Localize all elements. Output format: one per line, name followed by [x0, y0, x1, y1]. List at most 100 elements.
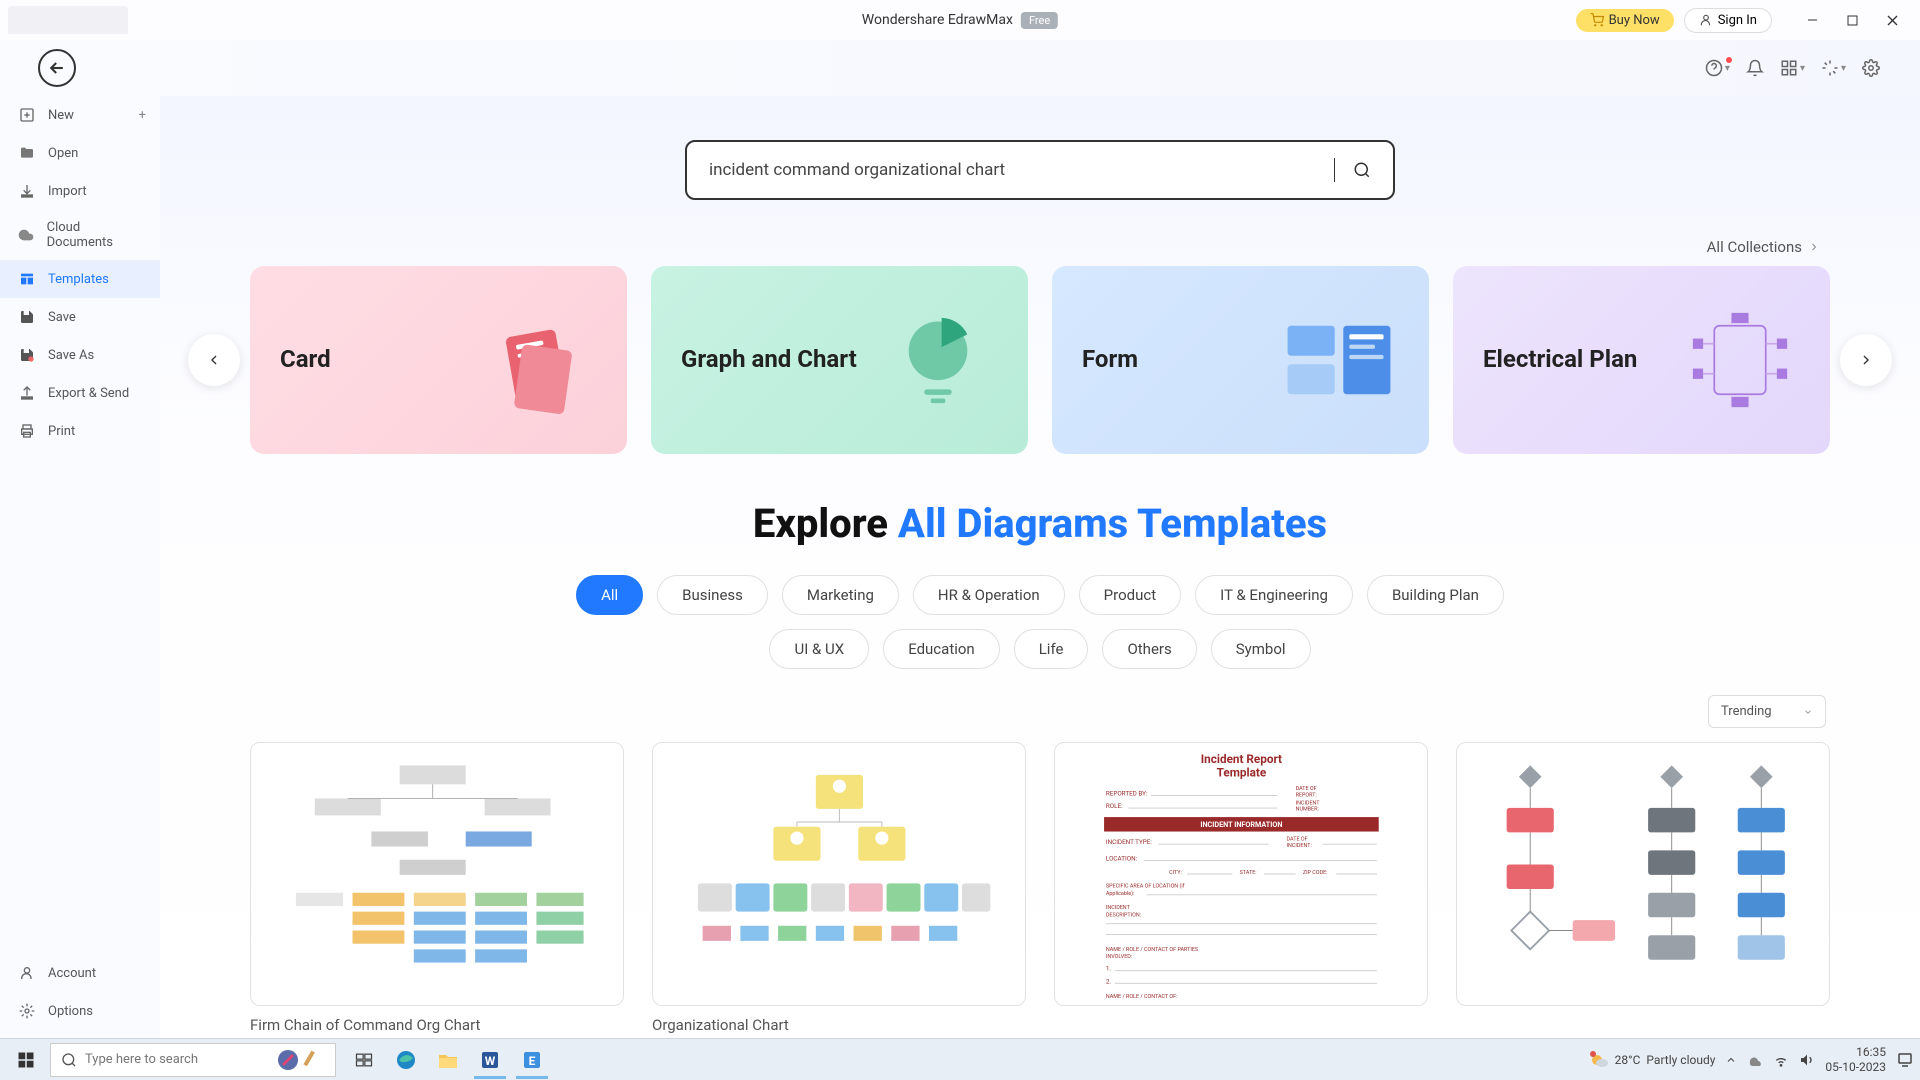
- onedrive-icon[interactable]: [1747, 1052, 1763, 1068]
- template-thumbnail: [250, 742, 624, 1006]
- explore-heading: Explore All Diagrams Templates: [250, 500, 1830, 547]
- file-explorer-icon[interactable]: [428, 1041, 468, 1079]
- sign-in-label: Sign In: [1718, 13, 1757, 28]
- chip-product[interactable]: Product: [1079, 575, 1181, 615]
- chip-hr-operation[interactable]: HR & Operation: [913, 575, 1065, 615]
- sidebar-item-new[interactable]: New +: [0, 96, 160, 134]
- interface-button[interactable]: ▾: [1821, 59, 1846, 77]
- svg-text:Applicable):: Applicable):: [1105, 890, 1133, 897]
- category-card-electrical[interactable]: Electrical Plan: [1453, 266, 1830, 454]
- chevron-down-icon: ▾: [1725, 63, 1730, 74]
- add-icon[interactable]: +: [139, 108, 146, 123]
- chevron-right-icon: [1808, 241, 1820, 253]
- svg-text:STATE:: STATE:: [1239, 870, 1256, 876]
- wifi-icon[interactable]: [1773, 1052, 1789, 1068]
- start-button[interactable]: [6, 1041, 46, 1079]
- chip-business[interactable]: Business: [657, 575, 768, 615]
- word-icon[interactable]: W: [470, 1041, 510, 1079]
- svg-text:ZIP CODE:: ZIP CODE:: [1302, 870, 1327, 876]
- chevron-down-icon: [1803, 707, 1813, 717]
- sidebar-item-import[interactable]: Import: [0, 172, 160, 210]
- all-collections-link[interactable]: All Collections: [1707, 238, 1820, 256]
- taskbar: Type here to search W E 28°C Partly clou…: [0, 1038, 1920, 1080]
- chip-all[interactable]: All: [576, 575, 643, 615]
- chip-marketing[interactable]: Marketing: [782, 575, 899, 615]
- svg-text:INCIDENT: INCIDENT: [1105, 905, 1130, 911]
- weather-widget[interactable]: 28°C Partly cloudy: [1589, 1050, 1716, 1070]
- home-tab-stub[interactable]: [8, 6, 128, 34]
- back-button[interactable]: [38, 49, 76, 87]
- sign-in-button[interactable]: Sign In: [1684, 8, 1772, 33]
- sidebar-label: Templates: [48, 272, 109, 287]
- carousel-prev-button[interactable]: [188, 334, 240, 386]
- sort-select[interactable]: Trending: [1708, 695, 1826, 728]
- search-icon[interactable]: [1353, 161, 1371, 179]
- sidebar-item-save[interactable]: Save: [0, 298, 160, 336]
- form-art-icon: [1279, 300, 1399, 420]
- chip-symbol[interactable]: Symbol: [1211, 629, 1311, 669]
- apps-button[interactable]: ▾: [1780, 59, 1805, 77]
- category-card-graph[interactable]: Graph and Chart: [651, 266, 1028, 454]
- sidebar-item-print[interactable]: Print: [0, 412, 160, 450]
- chip-life[interactable]: Life: [1014, 629, 1089, 669]
- user-icon: [1699, 13, 1713, 27]
- template-card[interactable]: Firm Chain of Command Org Chart: [250, 742, 624, 1034]
- category-label: Form: [1082, 344, 1138, 375]
- sidebar-item-open[interactable]: Open: [0, 134, 160, 172]
- taskbar-search[interactable]: Type here to search: [50, 1043, 336, 1077]
- plus-square-icon: [18, 106, 36, 124]
- chip-education[interactable]: Education: [883, 629, 1000, 669]
- template-thumbnail: [1456, 742, 1830, 1006]
- explore-prefix: Explore: [753, 500, 898, 547]
- sidebar-item-account[interactable]: Account: [0, 954, 160, 992]
- chip-building-plan[interactable]: Building Plan: [1367, 575, 1504, 615]
- volume-icon[interactable]: [1799, 1052, 1815, 1068]
- sidebar-label: Print: [48, 424, 75, 439]
- template-card[interactable]: Incident Report Template REPORTED BY: DA…: [1054, 742, 1428, 1034]
- task-view-button[interactable]: [344, 1041, 384, 1079]
- edge-icon[interactable]: [386, 1041, 426, 1079]
- category-card-form[interactable]: Form: [1052, 266, 1429, 454]
- search-input[interactable]: [709, 160, 1330, 180]
- notification-center-icon[interactable]: [1896, 1051, 1914, 1069]
- sidebar-item-templates[interactable]: Templates: [0, 260, 160, 298]
- svg-text:REPORT:: REPORT:: [1295, 792, 1316, 798]
- clock[interactable]: 16:35 05-10-2023: [1825, 1045, 1886, 1074]
- notifications-button[interactable]: [1746, 59, 1764, 77]
- close-button[interactable]: [1872, 5, 1912, 35]
- sidebar-label: Save: [48, 310, 76, 325]
- sidebar-item-cloud[interactable]: Cloud Documents: [0, 210, 160, 260]
- sidebar-label: Import: [48, 184, 87, 199]
- search-box[interactable]: [685, 140, 1395, 200]
- chip-others[interactable]: Others: [1102, 629, 1196, 669]
- sidebar-item-save-as[interactable]: Save As: [0, 336, 160, 374]
- maximize-button[interactable]: [1832, 5, 1872, 35]
- titlebar: Wondershare EdrawMax Free Buy Now Sign I…: [0, 0, 1920, 40]
- tray-chevron-icon[interactable]: [1725, 1054, 1737, 1066]
- chip-ui-ux[interactable]: UI & UX: [769, 629, 869, 669]
- free-badge: Free: [1021, 12, 1058, 29]
- time-label: 16:35: [1825, 1045, 1886, 1059]
- settings-button[interactable]: [1862, 59, 1880, 77]
- carousel-next-button[interactable]: [1840, 334, 1892, 386]
- cloud-icon: [18, 226, 35, 244]
- sidebar-item-export[interactable]: Export & Send: [0, 374, 160, 412]
- edrawmax-icon[interactable]: E: [512, 1041, 552, 1079]
- category-card-card[interactable]: Card: [250, 266, 627, 454]
- template-card[interactable]: [1456, 742, 1830, 1034]
- sidebar-label: Export & Send: [48, 386, 129, 401]
- svg-text:SPECIFIC AREA OF LOCATION (if: SPECIFIC AREA OF LOCATION (if: [1105, 883, 1184, 890]
- chip-it-engineering[interactable]: IT & Engineering: [1195, 575, 1353, 615]
- gear-icon: [18, 1002, 36, 1020]
- sidebar-item-options[interactable]: Options: [0, 992, 160, 1030]
- template-title: Organizational Chart: [652, 1016, 1026, 1034]
- sidebar-label: Save As: [48, 348, 94, 363]
- svg-text:1.: 1.: [1105, 965, 1111, 973]
- template-card[interactable]: Organizational Chart: [652, 742, 1026, 1034]
- buy-now-button[interactable]: Buy Now: [1576, 9, 1674, 32]
- taskbar-search-placeholder: Type here to search: [85, 1052, 198, 1067]
- chevron-down-icon: ▾: [1841, 63, 1846, 74]
- buy-now-label: Buy Now: [1609, 13, 1660, 28]
- help-button[interactable]: ▾: [1705, 59, 1730, 77]
- minimize-button[interactable]: [1792, 5, 1832, 35]
